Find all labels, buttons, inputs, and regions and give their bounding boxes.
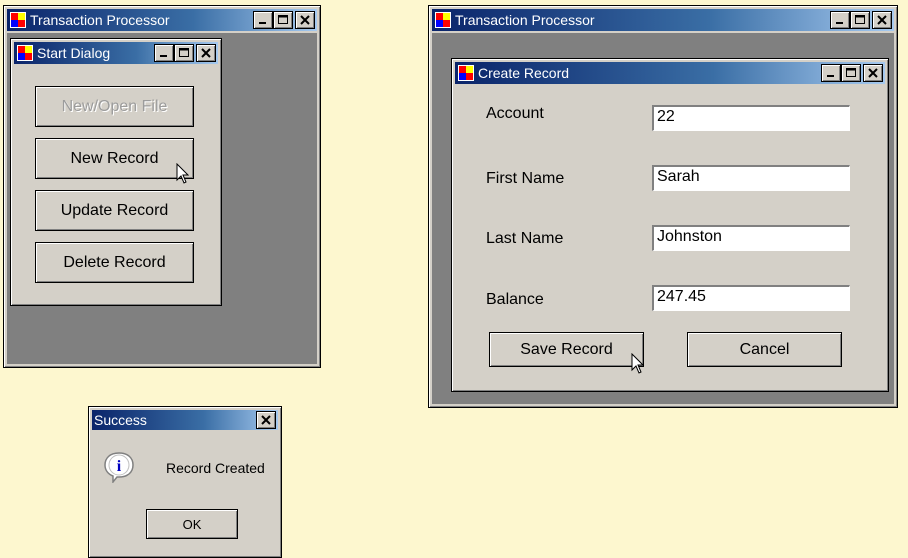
success-titlebar[interactable]: Success (92, 410, 278, 430)
maximize-icon (179, 48, 189, 57)
app-icon (435, 12, 451, 28)
minimize-icon (827, 75, 834, 77)
maximize-button[interactable] (174, 44, 194, 62)
minimize-icon (259, 22, 266, 24)
last-name-label: Last Name (486, 230, 564, 247)
minimize-button[interactable] (821, 64, 841, 82)
close-icon (300, 15, 310, 25)
app-icon (458, 65, 474, 81)
maximize-button[interactable] (273, 11, 293, 29)
close-button[interactable] (295, 11, 315, 29)
mouse-pointer-icon (176, 163, 190, 184)
close-button[interactable] (256, 411, 276, 429)
first-name-label: First Name (486, 170, 565, 187)
maximize-icon (278, 15, 288, 24)
account-label: Account (486, 105, 544, 122)
maximize-button[interactable] (841, 64, 861, 82)
close-icon (261, 415, 271, 425)
left-app-titlebar[interactable]: Transaction Processor (7, 9, 317, 31)
start-dialog-title: Start Dialog (37, 45, 111, 61)
minimize-button[interactable] (154, 44, 174, 62)
close-button[interactable] (863, 64, 883, 82)
balance-field[interactable]: 247.45 (652, 285, 850, 311)
success-message: Record Created (166, 460, 265, 476)
cancel-button[interactable]: Cancel (687, 332, 842, 367)
right-app-titlebar[interactable]: Transaction Processor (432, 9, 894, 31)
first-name-field[interactable]: Sarah (652, 165, 850, 191)
minimize-icon (836, 22, 843, 24)
last-name-field[interactable]: Johnston (652, 225, 850, 251)
start-dialog-window: Start Dialog New/Open File New Record Up… (10, 38, 222, 306)
start-dialog-titlebar[interactable]: Start Dialog (14, 42, 218, 64)
new-record-button[interactable]: New Record (35, 138, 194, 179)
app-icon (10, 12, 26, 28)
close-icon (201, 48, 211, 58)
svg-text:i: i (117, 458, 122, 475)
minimize-button[interactable] (253, 11, 273, 29)
app-icon (17, 45, 33, 61)
success-message-box: Success i Record Created OK (88, 406, 282, 558)
close-icon (868, 68, 878, 78)
right-app-window: Transaction Processor Create Record Acco… (428, 5, 898, 408)
maximize-button[interactable] (850, 11, 870, 29)
right-app-title: Transaction Processor (455, 12, 595, 28)
create-record-window: Create Record Account 22 First Name Sara… (451, 58, 889, 392)
account-field[interactable]: 22 (652, 105, 850, 131)
minimize-button[interactable] (830, 11, 850, 29)
delete-record-button[interactable]: Delete Record (35, 242, 194, 283)
left-app-window: Transaction Processor Start Dialog New/O… (3, 5, 321, 368)
save-record-button[interactable]: Save Record (489, 332, 644, 367)
create-record-titlebar[interactable]: Create Record (455, 62, 885, 84)
close-button[interactable] (872, 11, 892, 29)
update-record-button[interactable]: Update Record (35, 190, 194, 231)
balance-label: Balance (486, 291, 544, 308)
left-app-title: Transaction Processor (30, 12, 170, 28)
success-title: Success (94, 412, 147, 428)
new-open-file-button[interactable]: New/Open File (35, 86, 194, 127)
mouse-pointer-icon (631, 353, 645, 374)
ok-button[interactable]: OK (146, 509, 238, 539)
minimize-icon (160, 55, 167, 57)
info-icon: i (104, 452, 134, 483)
create-record-title: Create Record (478, 65, 570, 81)
maximize-icon (855, 15, 865, 24)
maximize-icon (846, 68, 856, 77)
close-icon (877, 15, 887, 25)
close-button[interactable] (196, 44, 216, 62)
